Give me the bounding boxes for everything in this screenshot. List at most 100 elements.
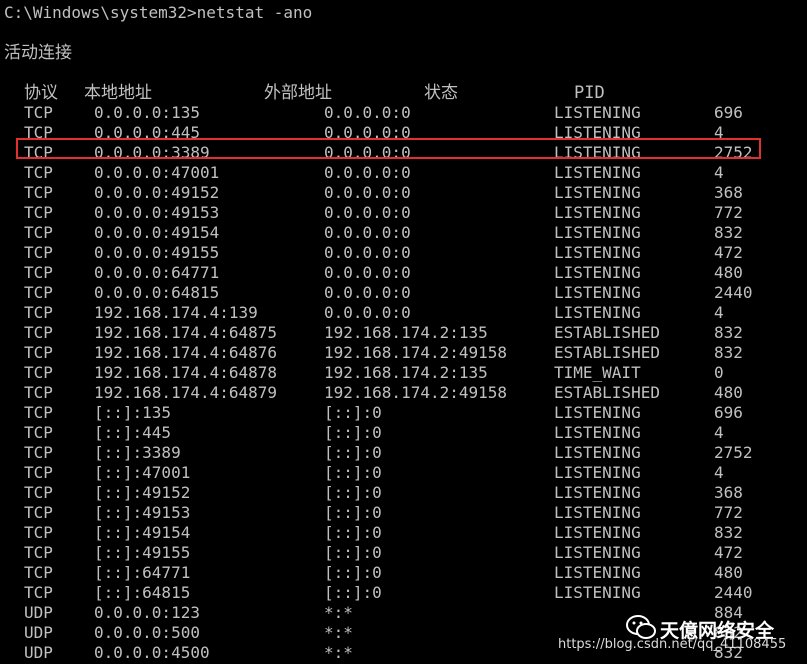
cell-pid: 2752 <box>714 443 753 462</box>
cell-local-address: 0.0.0.0:49154 <box>94 223 220 242</box>
cell-pid: 772 <box>714 203 743 222</box>
cell-pid: 480 <box>714 563 743 582</box>
cell-local-address: 192.168.174.4:64875 <box>94 323 278 342</box>
watermark-url: https://blog.csdn.net/qq_41108455 <box>558 637 787 652</box>
cell-pid: 4 <box>714 303 724 322</box>
cell-pid: 0 <box>714 363 724 382</box>
cell-foreign-address: *:* <box>324 643 353 662</box>
cell-local-address: 0.0.0.0:49152 <box>94 183 220 202</box>
cell-foreign-address: *:* <box>324 623 353 642</box>
cell-foreign-address: 0.0.0.0:0 <box>324 283 411 302</box>
cell-local-address: 0.0.0.0:49155 <box>94 243 220 262</box>
cell-state: LISTENING <box>554 183 641 202</box>
table-row: TCP 0.0.0.0:49152 0.0.0.0:0 LISTENING 368 <box>0 183 807 203</box>
cell-local-address: 192.168.174.4:64876 <box>94 343 278 362</box>
header-local-address: 本地地址 <box>84 83 152 103</box>
cell-local-address: 192.168.174.4:64878 <box>94 363 278 382</box>
cell-state: LISTENING <box>554 543 641 562</box>
cell-foreign-address: [::]:0 <box>324 503 382 522</box>
cell-state: LISTENING <box>554 163 641 182</box>
table-row: TCP [::]:49154 [::]:0 LISTENING 832 <box>0 523 807 543</box>
cell-pid: 832 <box>714 223 743 242</box>
cell-state: LISTENING <box>554 483 641 502</box>
cell-proto: TCP <box>24 183 53 202</box>
cell-proto: TCP <box>24 243 53 262</box>
cell-pid: 4 <box>714 463 724 482</box>
table-row: TCP [::]:49152 [::]:0 LISTENING 368 <box>0 483 807 503</box>
cell-proto: TCP <box>24 563 53 582</box>
cell-proto: UDP <box>24 643 53 662</box>
cell-local-address: [::]:3389 <box>94 443 181 462</box>
cell-state: LISTENING <box>554 203 641 222</box>
cell-foreign-address: 0.0.0.0:0 <box>324 203 411 222</box>
cell-pid: 832 <box>714 323 743 342</box>
cell-foreign-address: [::]:0 <box>324 463 382 482</box>
table-row: TCP 192.168.174.4:64878 192.168.174.2:135 T… <box>0 363 807 383</box>
cell-local-address: 0.0.0.0:123 <box>94 603 200 622</box>
cell-foreign-address: 0.0.0.0:0 <box>324 223 411 242</box>
cell-proto: TCP <box>24 523 53 542</box>
cell-pid: 472 <box>714 543 743 562</box>
table-row: TCP 192.168.174.4:64879 192.168.174.2:4915… <box>0 383 807 403</box>
cell-local-address: 192.168.174.4:139 <box>94 303 258 322</box>
cell-local-address: [::]:49153 <box>94 503 191 522</box>
cell-local-address: 0.0.0.0:500 <box>94 623 200 642</box>
cell-foreign-address: [::]:0 <box>324 403 382 422</box>
cell-foreign-address: [::]:0 <box>324 443 382 462</box>
cell-proto: TCP <box>24 223 53 242</box>
cell-foreign-address: 192.168.174.2:49158 <box>324 383 508 402</box>
cell-pid: 832 <box>714 343 743 362</box>
console-window[interactable]: C:\Windows\system32>netstat -ano 活动连接 协议… <box>0 0 807 664</box>
header-pid: PID <box>574 83 605 103</box>
cell-foreign-address: [::]:0 <box>324 523 382 542</box>
cell-proto: UDP <box>24 623 53 642</box>
cell-local-address: 0.0.0.0:64771 <box>94 263 220 282</box>
cell-proto: TCP <box>24 323 53 342</box>
cell-local-address: [::]:47001 <box>94 463 191 482</box>
cell-local-address: 0.0.0.0:49153 <box>94 203 220 222</box>
cell-proto: TCP <box>24 363 53 382</box>
cell-state: LISTENING <box>554 303 641 322</box>
cell-foreign-address: 0.0.0.0:0 <box>324 263 411 282</box>
cell-foreign-address: 192.168.174.2:49158 <box>324 343 508 362</box>
cell-foreign-address: 0.0.0.0:0 <box>324 183 411 202</box>
cell-foreign-address: 0.0.0.0:0 <box>324 243 411 262</box>
cell-pid: 472 <box>714 243 743 262</box>
header-state: 状态 <box>424 83 458 103</box>
cell-foreign-address: [::]:0 <box>324 483 382 502</box>
cell-state: LISTENING <box>554 243 641 262</box>
cell-pid: 2440 <box>714 283 753 302</box>
cell-pid: 696 <box>714 103 743 122</box>
cell-local-address: 0.0.0.0:64815 <box>94 283 220 302</box>
table-row: TCP 0.0.0.0:64771 0.0.0.0:0 LISTENING 480 <box>0 263 807 283</box>
cell-proto: TCP <box>24 343 53 362</box>
table-row: TCP [::]:47001 [::]:0 LISTENING 4 <box>0 463 807 483</box>
cell-state: LISTENING <box>554 283 641 302</box>
cell-pid: 2440 <box>714 583 753 602</box>
cell-proto: TCP <box>24 403 53 422</box>
cell-state: ESTABLISHED <box>554 323 660 342</box>
cell-local-address: [::]:49155 <box>94 543 191 562</box>
table-row: TCP [::]:49155 [::]:0 LISTENING 472 <box>0 543 807 563</box>
cell-proto: TCP <box>24 543 53 562</box>
cell-foreign-address: 192.168.174.2:135 <box>324 323 488 342</box>
cell-local-address: 0.0.0.0:135 <box>94 103 200 122</box>
cell-pid: 696 <box>714 403 743 422</box>
header-foreign-address: 外部地址 <box>264 83 332 103</box>
cell-state: ESTABLISHED <box>554 383 660 402</box>
cell-proto: TCP <box>24 283 53 302</box>
section-title: 活动连接 <box>4 43 72 63</box>
cell-pid: 772 <box>714 503 743 522</box>
cell-state: ESTABLISHED <box>554 343 660 362</box>
cell-state: LISTENING <box>554 403 641 422</box>
cell-proto: TCP <box>24 463 53 482</box>
cell-local-address: 192.168.174.4:64879 <box>94 383 278 402</box>
cell-foreign-address: 0.0.0.0:0 <box>324 163 411 182</box>
cell-foreign-address: 0.0.0.0:0 <box>324 103 411 122</box>
table-row: TCP 192.168.174.4:64875 192.168.174.2:135 E… <box>0 323 807 343</box>
cell-state: LISTENING <box>554 423 641 442</box>
cell-local-address: [::]:49154 <box>94 523 191 542</box>
table-row: TCP 0.0.0.0:49155 0.0.0.0:0 LISTENING 472 <box>0 243 807 263</box>
watermark: 天億网络安全 https://blog.csdn.net/qq_41108455 <box>558 610 807 660</box>
table-row: TCP 0.0.0.0:135 0.0.0.0:0 LISTENING 696 <box>0 103 807 123</box>
